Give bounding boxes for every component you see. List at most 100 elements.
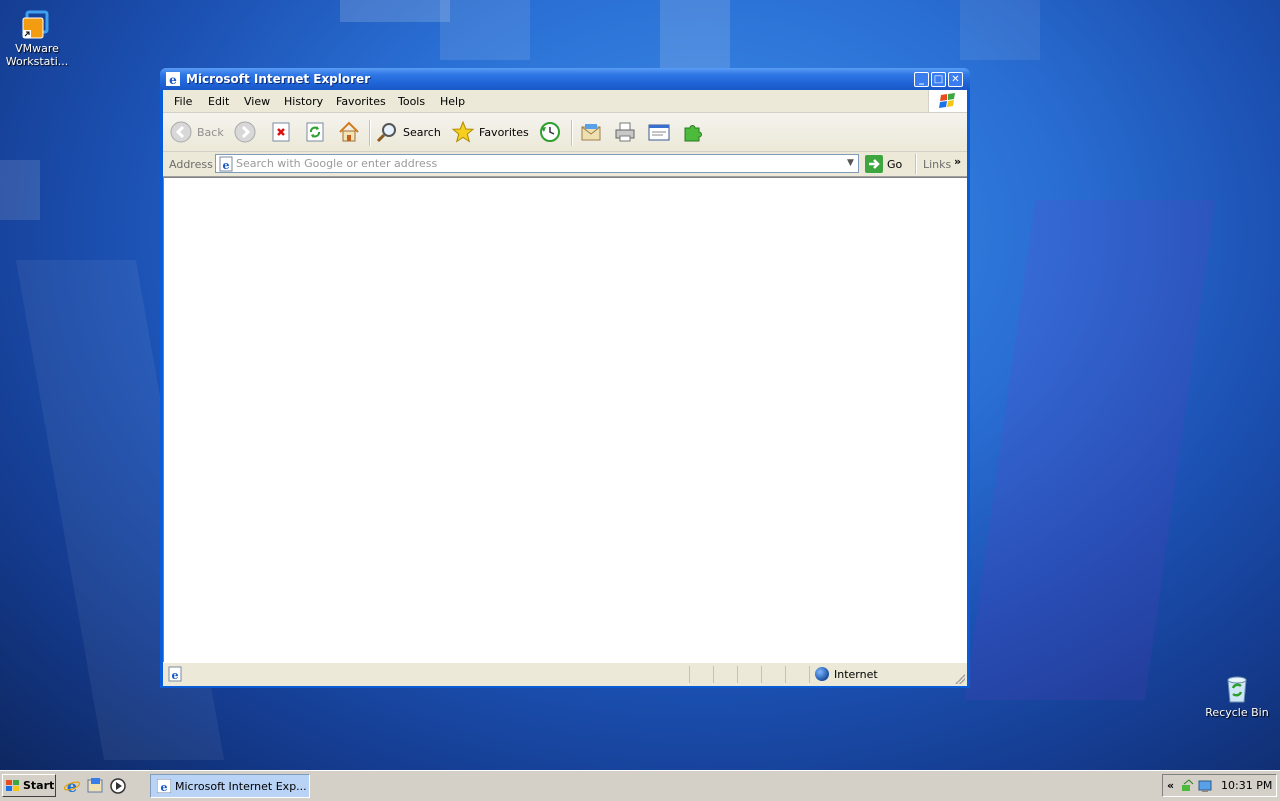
search-icon (375, 120, 399, 144)
favorites-label: Favorites (479, 125, 529, 139)
back-label: Back (197, 125, 224, 139)
resize-grip[interactable] (955, 674, 965, 684)
clock[interactable]: 10:31 PM (1221, 779, 1272, 792)
toolbar-separator (571, 120, 573, 146)
quicklaunch-ie-icon[interactable]: e (63, 777, 81, 796)
address-label: Address (169, 158, 213, 171)
wallpaper-light (964, 200, 1216, 700)
edit-page-icon (647, 120, 671, 144)
refresh-button[interactable] (303, 120, 327, 144)
ie-icon: e (156, 778, 172, 794)
desktop-icon-label: Recycle Bin (1205, 706, 1269, 719)
wallpaper-light (440, 0, 530, 60)
taskbar: Start e e Microsoft Internet Exp... « 10… (0, 770, 1280, 801)
star-icon (451, 120, 475, 144)
forward-button[interactable] (233, 120, 257, 144)
address-dropdown-icon[interactable]: ▼ (843, 155, 858, 172)
zone-label: Internet (834, 667, 878, 681)
page-icon: e (218, 156, 234, 172)
display-tray-icon[interactable] (1198, 779, 1212, 793)
ie-icon: e (166, 72, 180, 87)
desktop-icon-recycle-bin[interactable]: Recycle Bin (1200, 672, 1274, 719)
windows-logo-icon (928, 90, 967, 112)
desktop-icon-label: VMware Workstati... (5, 42, 69, 68)
search-label: Search (403, 125, 441, 139)
stop-icon (269, 120, 293, 144)
desktop: VMware Workstati... Recycle Bin e Micros… (0, 0, 1280, 770)
mail-icon (579, 120, 603, 144)
mail-button[interactable] (579, 120, 603, 144)
history-button[interactable] (538, 120, 562, 144)
menu-tools[interactable]: Tools (398, 95, 425, 108)
start-label: Start (23, 779, 55, 792)
status-bar: e Internet (163, 662, 967, 686)
puzzle-icon (681, 120, 705, 144)
network-tray-icon[interactable] (1181, 779, 1195, 793)
recycle-bin-icon (1221, 672, 1253, 704)
window-client: File Edit View History Favorites Tools H… (163, 90, 967, 686)
go-label: Go (887, 157, 903, 171)
menu-file[interactable]: File (174, 95, 192, 108)
status-pane (737, 666, 738, 683)
taskbar-button-ie[interactable]: e Microsoft Internet Exp... (150, 774, 310, 798)
favorites-button[interactable]: Favorites (451, 120, 529, 144)
address-field[interactable]: e ▼ (215, 154, 859, 173)
toolbar-separator (369, 120, 371, 146)
print-button[interactable] (613, 120, 637, 144)
go-arrow-icon (865, 155, 883, 173)
maximize-button[interactable]: □ (931, 72, 946, 87)
svg-text:e: e (67, 777, 77, 795)
svg-text:e: e (223, 159, 230, 172)
back-button[interactable]: Back (169, 120, 224, 144)
status-pane (689, 666, 690, 683)
quicklaunch-media-player-icon[interactable] (109, 777, 127, 795)
desktop-icon-vmware[interactable]: VMware Workstati... (0, 8, 74, 68)
home-icon (337, 120, 361, 144)
standard-toolbar: Back Search Favorites (163, 113, 967, 152)
links-toolbar[interactable]: Links (923, 158, 951, 171)
menu-history[interactable]: History (284, 95, 323, 108)
history-icon (538, 120, 562, 144)
minimize-button[interactable]: _ (914, 72, 929, 87)
start-button[interactable]: Start (2, 774, 56, 797)
links-separator (915, 154, 917, 174)
close-button[interactable]: ✕ (948, 72, 963, 87)
status-pane (761, 666, 762, 683)
addon-button[interactable] (681, 120, 705, 144)
window-title: Microsoft Internet Explorer (186, 72, 371, 86)
search-button[interactable]: Search (375, 120, 441, 144)
address-input[interactable] (236, 156, 836, 171)
wallpaper-light (0, 160, 40, 220)
windows-flag-icon (6, 779, 20, 792)
page-status-icon: e (167, 666, 183, 682)
status-pane (809, 666, 810, 683)
refresh-icon (303, 120, 327, 144)
stop-button[interactable] (269, 120, 293, 144)
menu-help[interactable]: Help (440, 95, 465, 108)
address-bar: Address e ▼ (163, 152, 967, 177)
edit-button[interactable] (647, 120, 671, 144)
security-zone[interactable]: Internet (815, 667, 878, 681)
taskbar-button-label: Microsoft Internet Exp... (175, 779, 307, 793)
ie-window: e Microsoft Internet Explorer _ □ ✕ File… (160, 68, 970, 688)
tray-expand-icon[interactable]: « (1167, 779, 1174, 792)
page-content[interactable] (163, 177, 967, 662)
back-arrow-icon (169, 120, 193, 144)
go-button[interactable]: Go (865, 155, 902, 173)
menu-view[interactable]: View (244, 95, 270, 108)
svg-text:e: e (172, 669, 179, 682)
svg-text:e: e (161, 781, 168, 793)
svg-text:e: e (169, 73, 177, 86)
menu-favorites[interactable]: Favorites (336, 95, 386, 108)
forward-arrow-icon (233, 120, 257, 144)
menu-edit[interactable]: Edit (208, 95, 229, 108)
quicklaunch-outlook-icon[interactable] (86, 777, 104, 795)
status-pane (713, 666, 714, 683)
vmware-icon (21, 8, 53, 40)
system-tray: « 10:31 PM (1162, 774, 1277, 797)
title-bar[interactable]: e Microsoft Internet Explorer _ □ ✕ (160, 68, 970, 90)
home-button[interactable] (337, 120, 361, 144)
menu-bar: File Edit View History Favorites Tools H… (163, 90, 967, 113)
links-chevron-icon[interactable]: » (954, 155, 961, 168)
globe-icon (815, 667, 829, 681)
